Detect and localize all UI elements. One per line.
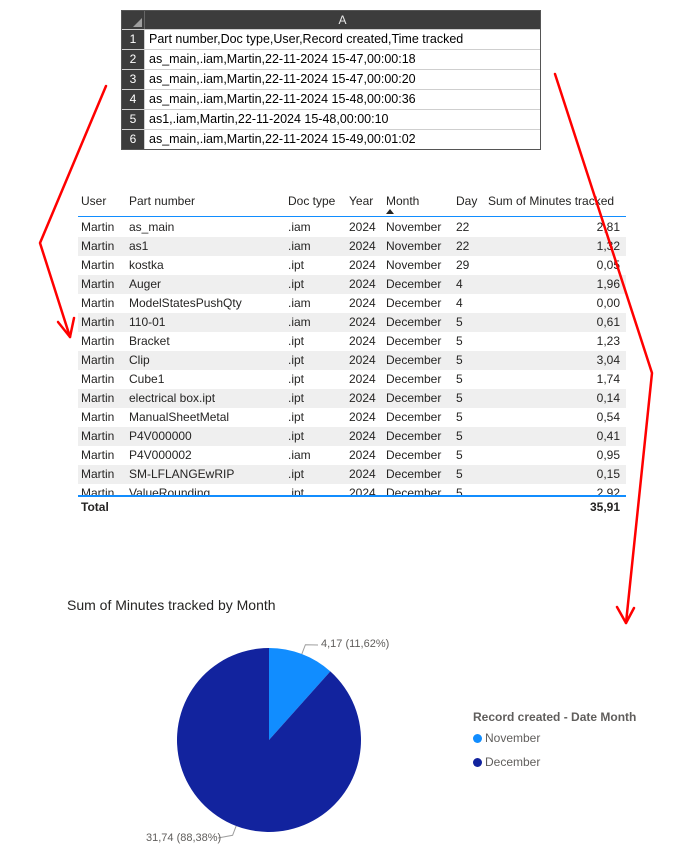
legend-label-december: December	[485, 755, 541, 769]
legend-label-november: November	[485, 731, 541, 745]
data-label-november: 4,17 (11,62%)	[321, 638, 390, 650]
legend-dot-december	[473, 758, 482, 767]
legend-title: Record created - Date Month	[473, 710, 637, 724]
legend-item-november[interactable]: November	[473, 731, 540, 745]
data-label-december: 31,74 (88,38%)	[146, 832, 222, 844]
leader-line-november	[301, 644, 319, 655]
legend-dot-november	[473, 734, 482, 743]
legend-item-december[interactable]: December	[473, 755, 540, 769]
pie-chart[interactable]	[0, 0, 690, 861]
